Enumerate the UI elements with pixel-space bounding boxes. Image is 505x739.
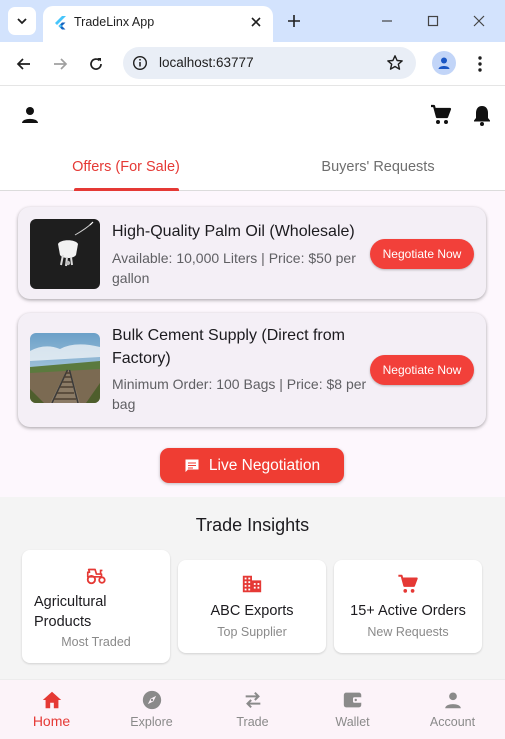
railway-image — [30, 333, 100, 403]
tab-close-button[interactable] — [247, 13, 265, 31]
close-icon — [251, 17, 261, 27]
insight-title: Agricultural Products — [34, 594, 107, 630]
browser-tab[interactable]: TradeLinx App — [43, 6, 273, 42]
tab-offers[interactable]: Offers (For Sale) — [0, 143, 252, 191]
person-icon — [438, 57, 450, 69]
insight-subtitle: New Requests — [367, 625, 449, 639]
app-root: Offers (For Sale) Buyers' Requests High-… — [0, 87, 505, 739]
chat-icon — [185, 459, 199, 472]
plus-icon — [288, 15, 300, 27]
url-text: localhost:63777 — [159, 55, 254, 70]
nav-explore[interactable]: Explore — [101, 680, 202, 739]
business-icon — [242, 575, 262, 593]
arrow-left-icon — [16, 58, 30, 70]
back-button[interactable] — [12, 52, 36, 76]
arrow-right-icon — [54, 58, 68, 70]
insight-subtitle: Top Supplier — [217, 625, 287, 639]
tractor-icon — [86, 568, 106, 585]
tab-title: TradeLinx App — [74, 15, 155, 29]
nav-account[interactable]: Account — [402, 680, 503, 739]
chevron-down-icon — [17, 18, 27, 25]
palm-oil-image — [30, 219, 100, 289]
insight-title: ABC Exports — [210, 603, 294, 619]
bookmark-star-icon[interactable] — [386, 54, 404, 72]
negotiate-now-button[interactable]: Negotiate Now — [370, 355, 474, 385]
reload-icon — [90, 58, 102, 70]
insight-card[interactable]: 15+ Active Orders New Requests — [334, 560, 482, 653]
offer-title: Bulk Cement Supply (Direct from Factory) — [112, 327, 345, 367]
address-bar[interactable]: localhost:63777 — [123, 47, 416, 79]
offer-card[interactable]: High-Quality Palm Oil (Wholesale) Availa… — [18, 207, 486, 299]
insight-card[interactable]: Agricultural Products Most Traded — [22, 550, 170, 663]
app-bar — [0, 87, 505, 143]
offers-list: High-Quality Palm Oil (Wholesale) Availa… — [0, 191, 505, 497]
nav-home-label: Home — [32, 713, 71, 729]
flutter-icon — [55, 16, 66, 30]
offer-thumbnail — [30, 219, 100, 289]
minimize-icon — [382, 20, 392, 22]
site-info-button[interactable] — [131, 54, 149, 72]
close-icon — [473, 15, 485, 27]
shopping-cart-icon[interactable] — [429, 103, 453, 127]
home-icon — [42, 691, 61, 709]
browser-tab-strip: TradeLinx App — [0, 0, 505, 42]
nav-wallet[interactable]: Wallet — [302, 680, 403, 739]
insight-subtitle: Most Traded — [61, 635, 131, 649]
tab-search-button[interactable] — [8, 7, 36, 35]
nav-explore-label: Explore — [130, 715, 173, 729]
bottom-navigation: Home Explore Trade Wallet Account — [0, 679, 505, 739]
insight-card[interactable]: ABC Exports Top Supplier — [178, 560, 326, 653]
offer-title: High-Quality Palm Oil (Wholesale) — [112, 223, 355, 240]
account-icon[interactable] — [18, 103, 42, 127]
new-tab-button[interactable] — [283, 10, 305, 32]
offer-card[interactable]: Bulk Cement Supply (Direct from Factory)… — [18, 313, 486, 427]
forward-button[interactable] — [48, 52, 72, 76]
tab-buyers-requests-label: Buyers' Requests — [321, 159, 435, 175]
offer-details: Available: 10,000 Liters | Price: $50 pe… — [112, 250, 356, 286]
insight-title: 15+ Active Orders — [350, 603, 466, 619]
tab-buyers-requests[interactable]: Buyers' Requests — [252, 143, 504, 191]
tab-offers-label: Offers (For Sale) — [72, 159, 180, 175]
browser-toolbar: localhost:63777 — [0, 42, 505, 86]
notifications-icon[interactable] — [470, 103, 494, 127]
offer-details: Minimum Order: 100 Bags | Price: $8 per … — [112, 376, 367, 412]
compass-icon — [142, 690, 161, 710]
nav-trade-label: Trade — [236, 715, 269, 729]
offer-thumbnail — [30, 333, 100, 403]
negotiate-now-button[interactable]: Negotiate Now — [370, 239, 474, 269]
nav-account-label: Account — [429, 715, 476, 729]
trade-insights-section: Trade Insights Agricultural Products Mos… — [0, 497, 505, 679]
nav-home[interactable]: Home — [1, 680, 102, 739]
wallet-icon — [343, 692, 362, 708]
maximize-button[interactable] — [421, 10, 445, 32]
maximize-icon — [427, 15, 439, 27]
live-negotiation-button[interactable]: Live Negotiation — [160, 448, 344, 483]
more-vert-icon — [478, 56, 482, 72]
offers-tab-bar: Offers (For Sale) Buyers' Requests — [0, 143, 505, 191]
swap-icon — [245, 691, 260, 709]
nav-wallet-label: Wallet — [335, 715, 370, 729]
browser-menu-button[interactable] — [470, 52, 490, 76]
trade-insights-title: Trade Insights — [195, 515, 310, 535]
profile-button[interactable] — [432, 51, 456, 75]
minimize-button[interactable] — [375, 10, 399, 32]
info-icon — [132, 55, 148, 71]
live-negotiation-label: Live Negotiation — [208, 456, 321, 474]
close-window-button[interactable] — [467, 10, 491, 32]
cart-icon — [398, 574, 418, 593]
reload-button[interactable] — [84, 52, 108, 76]
person-icon — [444, 692, 461, 709]
nav-trade[interactable]: Trade — [202, 680, 303, 739]
